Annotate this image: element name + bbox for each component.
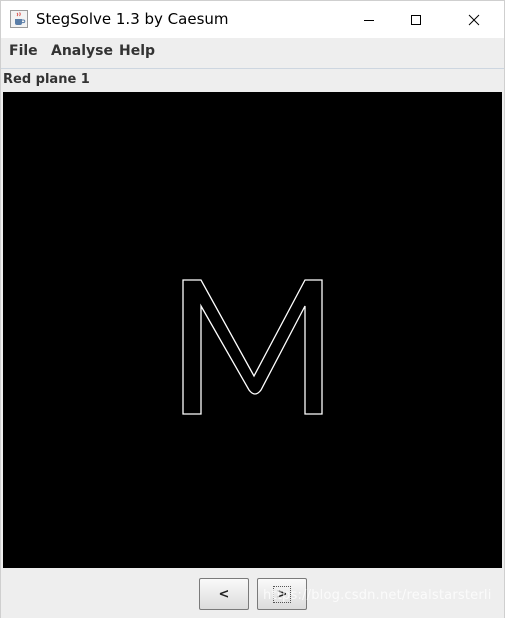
maximize-icon[interactable] — [393, 1, 439, 38]
menu-separator — [1, 68, 504, 69]
java-cup-icon — [10, 10, 28, 28]
minimize-icon[interactable] — [346, 1, 392, 38]
menu-bar: File Analyse Help — [1, 38, 504, 66]
title-bar[interactable]: StegSolve 1.3 by Caesum — [1, 1, 504, 38]
previous-plane-button[interactable]: < — [199, 578, 249, 610]
watermark-text: https://blog.csdn.net/realstarsterli — [263, 588, 492, 603]
menu-file[interactable]: File — [9, 43, 38, 59]
window-title: StegSolve 1.3 by Caesum — [36, 10, 229, 28]
previous-label: < — [218, 586, 230, 602]
close-icon[interactable] — [451, 1, 497, 38]
menu-analyse[interactable]: Analyse — [51, 43, 113, 59]
stegsolve-window: StegSolve 1.3 by Caesum File Analyse Hel… — [0, 0, 505, 618]
menu-help[interactable]: Help — [119, 43, 155, 59]
letter-m-outline — [182, 279, 323, 415]
image-canvas — [3, 92, 502, 568]
plane-label: Red plane 1 — [3, 72, 90, 87]
